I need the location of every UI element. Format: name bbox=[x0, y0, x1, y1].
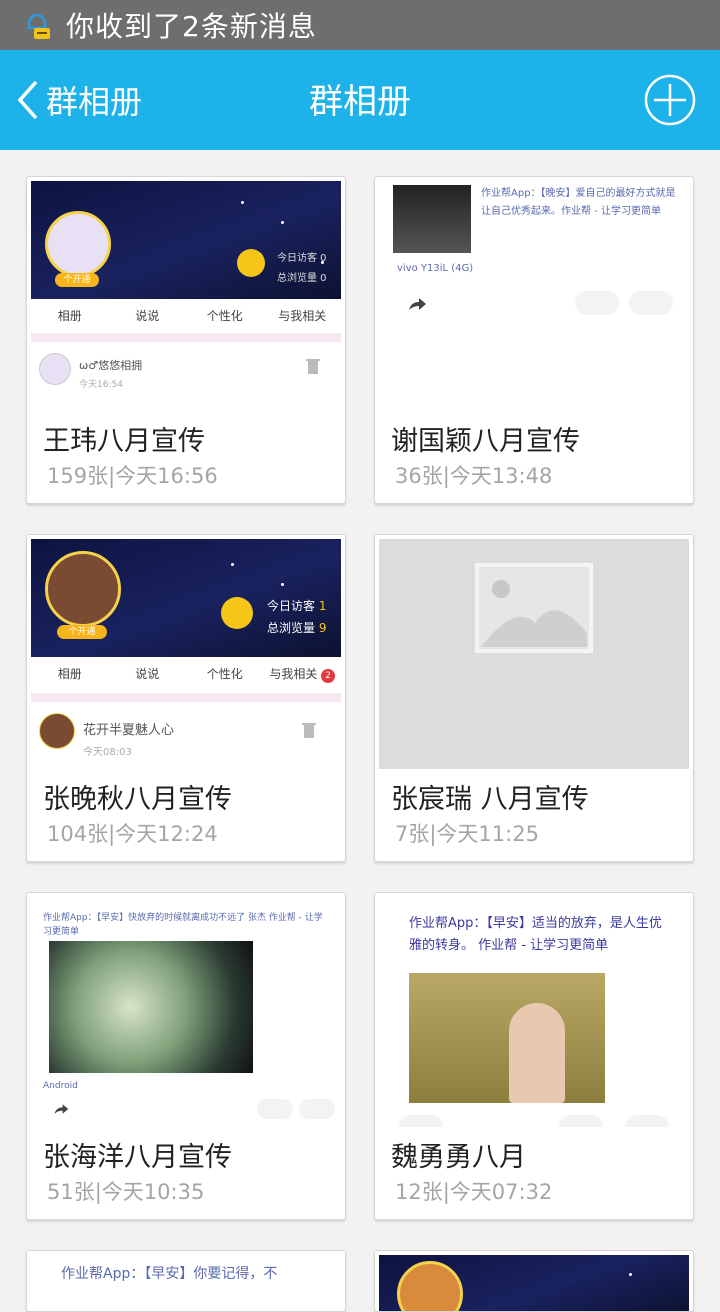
album-card[interactable]: 个开通 今日访客 1 总浏览量 9 相册 说说 个性化 与我相关 2 花开半夏魅… bbox=[26, 534, 346, 862]
tab-related: 与我相关 2 bbox=[264, 657, 342, 693]
girl-photo bbox=[409, 973, 605, 1103]
trash-icon bbox=[302, 723, 316, 738]
album-cover: 作业帮App：【早安】你要记得，不 bbox=[31, 1255, 341, 1311]
comment-button bbox=[299, 1099, 335, 1119]
avatar bbox=[45, 551, 121, 627]
profile-tabs: 相册 说说 个性化 与我相关 bbox=[31, 299, 341, 334]
tab-posts: 说说 bbox=[135, 667, 160, 681]
visitor-today: 今日访客 0 bbox=[277, 253, 327, 264]
share-icon bbox=[54, 1104, 69, 1114]
eye-icon bbox=[237, 249, 265, 277]
page-title: 群相册 bbox=[309, 82, 411, 122]
post-user: 花开半夏魅人心 bbox=[83, 723, 175, 738]
avatar bbox=[397, 1261, 463, 1311]
tab-related: 与我相关 bbox=[278, 309, 327, 323]
post-text: 作业帮App：【晚安】爱自己的最好方式就是让自己优秀起来。作业帮 - 让学习更简… bbox=[481, 188, 676, 217]
share-button bbox=[399, 1115, 443, 1127]
notification-text: 你收到了2条新消息 bbox=[66, 10, 317, 43]
album-meta: 36张|今天13:48 bbox=[395, 464, 553, 488]
album-meta: 51张|今天10:35 bbox=[47, 1180, 205, 1204]
album-name: 谢国颖八月宣传 bbox=[391, 426, 580, 457]
post-text: 作业帮App：【早安】适当的放弃，是人生优雅的转身。 作业帮 - 让学习更简单 bbox=[409, 916, 662, 953]
album-card[interactable] bbox=[374, 1250, 694, 1312]
tab-personalize: 个性化 bbox=[206, 667, 243, 681]
album-cover: 作业帮App：【早安】适当的放弃，是人生优雅的转身。 作业帮 - 让学习更简单 bbox=[379, 897, 689, 1127]
avatar bbox=[45, 211, 111, 277]
post-text: 作业帮App：【早安】你要记得，不 bbox=[61, 1266, 278, 1282]
share-icon bbox=[409, 298, 426, 310]
space-background bbox=[379, 1255, 689, 1311]
post-user: ω♂悠悠相拥 bbox=[79, 359, 143, 372]
album-meta: 7张|今天11:25 bbox=[395, 822, 539, 846]
vip-badge: 个开通 bbox=[57, 625, 107, 639]
divider bbox=[31, 334, 341, 342]
album-cover: 个开通 今日访客 1 总浏览量 9 相册 说说 个性化 与我相关 2 花开半夏魅… bbox=[31, 539, 341, 769]
eye-icon bbox=[221, 597, 253, 629]
visitor-total: 总浏览量 9 bbox=[267, 621, 327, 635]
vip-badge: 个开通 bbox=[55, 273, 99, 287]
space-background: 个开通 今日访客 0 总浏览量 0 bbox=[31, 181, 341, 299]
post-text: 作业帮App：【早安】快放弃的时候就离成功不远了 张杰 作业帮 - 让学习更简单 bbox=[43, 913, 323, 937]
visitor-total: 总浏览量 0 bbox=[277, 273, 327, 284]
avatar bbox=[39, 353, 71, 385]
album-name: 王玮八月宣传 bbox=[43, 426, 205, 457]
comment-button bbox=[625, 1115, 669, 1127]
like-button bbox=[559, 1115, 603, 1127]
album-card[interactable]: 个开通 今日访客 0 总浏览量 0 相册 说说 个性化 与我相关 ω♂悠悠相拥 … bbox=[26, 176, 346, 504]
album-card[interactable]: 作业帮App：【早安】你要记得，不 bbox=[26, 1250, 346, 1312]
device-label: Android bbox=[43, 1081, 78, 1091]
space-background: 个开通 今日访客 1 总浏览量 9 bbox=[31, 539, 341, 657]
album-cover: 作业帮App：【晚安】爱自己的最好方式就是让自己优秀起来。作业帮 - 让学习更简… bbox=[379, 181, 689, 411]
tab-personalize: 个性化 bbox=[206, 309, 243, 323]
avatar bbox=[39, 713, 75, 749]
album-card[interactable]: 作业帮App：【晚安】爱自己的最好方式就是让自己优秀起来。作业帮 - 让学习更简… bbox=[374, 176, 694, 504]
album-meta: 104张|今天12:24 bbox=[47, 822, 218, 846]
album-cover: 个开通 今日访客 0 总浏览量 0 相册 说说 个性化 与我相关 ω♂悠悠相拥 … bbox=[31, 181, 341, 411]
qq-notification-icon bbox=[27, 13, 50, 39]
like-button bbox=[257, 1099, 293, 1119]
album-cover bbox=[379, 1255, 689, 1311]
tab-posts: 说说 bbox=[135, 309, 160, 323]
like-button bbox=[575, 291, 619, 315]
tab-album: 相册 bbox=[57, 309, 82, 323]
add-icon[interactable] bbox=[644, 74, 696, 126]
visitor-today: 今日访客 1 bbox=[267, 599, 327, 613]
album-cover: 作业帮App：【早安】快放弃的时候就离成功不远了 张杰 作业帮 - 让学习更简单… bbox=[31, 897, 341, 1127]
album-meta: 12张|今天07:32 bbox=[395, 1180, 553, 1204]
tab-album: 相册 bbox=[57, 667, 82, 681]
album-card[interactable]: 张宸瑞 八月宣传 7张|今天11:25 bbox=[374, 534, 694, 862]
profile-tabs: 相册 说说 个性化 与我相关 2 bbox=[31, 657, 341, 694]
status-bar: 你收到了2条新消息 bbox=[0, 0, 720, 50]
post-time: 今天08:03 bbox=[83, 747, 132, 758]
album-card[interactable]: 作业帮App：【早安】快放弃的时候就离成功不远了 张杰 作业帮 - 让学习更简单… bbox=[26, 892, 346, 1220]
album-name: 张晚秋八月宣传 bbox=[43, 784, 232, 815]
album-name: 张宸瑞 八月宣传 bbox=[391, 784, 589, 815]
album-name: 张海洋八月宣传 bbox=[43, 1142, 232, 1173]
album-name: 魏勇勇八月 bbox=[391, 1142, 526, 1173]
post-photo bbox=[393, 185, 471, 253]
divider bbox=[31, 694, 341, 702]
device-label: vivo Y13iL (4G) bbox=[397, 263, 474, 274]
app-header: 群相册 群相册 bbox=[0, 50, 720, 150]
image-placeholder-icon bbox=[475, 563, 593, 653]
notification-badge: 2 bbox=[321, 669, 336, 683]
trash-icon bbox=[306, 359, 320, 374]
globe-photo bbox=[49, 941, 253, 1073]
comment-button bbox=[629, 291, 673, 315]
album-meta: 159张|今天16:56 bbox=[47, 464, 218, 488]
album-cover bbox=[379, 539, 689, 769]
placeholder-image bbox=[379, 539, 689, 769]
post-time: 今天16:54 bbox=[79, 380, 123, 390]
album-card[interactable]: 作业帮App：【早安】适当的放弃，是人生优雅的转身。 作业帮 - 让学习更简单 … bbox=[374, 892, 694, 1220]
